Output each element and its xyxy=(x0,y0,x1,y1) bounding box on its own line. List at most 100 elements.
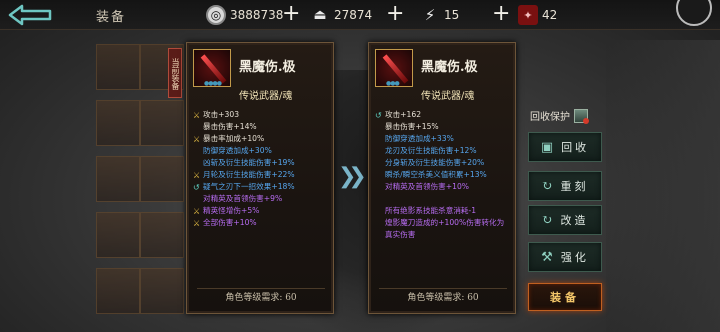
card-header: ●●●● 黑魔伤.极 传说武器/魂 xyxy=(193,49,329,103)
stat-text: 真实伤害 xyxy=(385,230,416,239)
stat-line: 龙刃及衍生技能伤害+12% xyxy=(373,145,517,157)
level-requirement: 角色等级需求: 60 xyxy=(225,293,297,303)
stat-line: 所有绝影系技能杀意消耗-1 xyxy=(373,205,517,217)
energy-resource: ⚡ 15 xyxy=(420,4,460,26)
stat-line: 暴击伤害+15% xyxy=(373,121,517,133)
modify-button[interactable]: ↻ 改造 xyxy=(528,205,602,235)
recycle-label: 回收 xyxy=(561,141,590,154)
stat-text: 暴击伤害+14% xyxy=(203,122,257,131)
inventory-slot[interactable] xyxy=(140,100,184,146)
stat-line: 对精英及首领伤害+10% xyxy=(373,181,517,193)
inventory-slot[interactable] xyxy=(96,100,140,146)
coin-value: 3888738 xyxy=(230,8,284,22)
hammer-icon: ⚒ xyxy=(541,249,553,265)
stat-line: 暴击伤害+14% xyxy=(191,121,335,133)
stat-line xyxy=(373,193,517,205)
stat-line: ↺ 疑气之刃下一招效果+18% xyxy=(191,181,335,193)
lock-icon xyxy=(574,108,589,124)
add-energy-button[interactable]: + xyxy=(492,2,510,26)
stat-text: 对精英及首领伤害+10% xyxy=(385,182,469,191)
divider xyxy=(379,288,507,289)
inventory-slot[interactable] xyxy=(96,156,140,202)
stat-text: 精英怪增伤+5% xyxy=(203,206,260,215)
stat-line: ⚔ 暴击率加成+10% xyxy=(191,133,335,145)
stat-line: ⚔ 全部伤害+10% xyxy=(191,217,335,229)
stat-text: 分身斩及衍生技能伤害+20% xyxy=(385,158,485,167)
top-bar: 装备 ◎ 3888738 + ⏏ 27874 + ⚡ 15 + ✦ 42 xyxy=(0,0,720,30)
equip-label: 装备 xyxy=(550,291,580,304)
recycle-protect-toggle[interactable]: 回收保护 xyxy=(530,108,589,124)
stat-line: 防御穿透加成+30% xyxy=(191,145,335,157)
stat-list: ↺ 攻击+162 暴击伤害+15% 防御穿透加成+33% 龙刃及衍生技能伤害+12% 分身… xyxy=(373,109,517,241)
strengthen-button[interactable]: ⚒ 强化 xyxy=(528,242,602,272)
back-button[interactable] xyxy=(6,3,62,27)
background-right-panel xyxy=(606,40,720,332)
stat-line: 分身斩及衍生技能伤害+20% xyxy=(373,157,517,169)
stat-text: 凶斩及衍生技能伤害+19% xyxy=(203,158,295,167)
inventory-slot[interactable] xyxy=(140,212,184,258)
stat-text: 全部伤害+10% xyxy=(203,218,257,227)
inventory-slot[interactable] xyxy=(96,44,140,90)
strengthen-label: 强化 xyxy=(560,251,589,264)
add-ingot-button[interactable]: + xyxy=(386,2,404,26)
stat-text: 煌影魔刀造成的+100%伤害转化为 xyxy=(385,218,505,227)
page-title: 装备 xyxy=(96,10,127,25)
stat-line: ↺ 攻击+162 xyxy=(373,109,517,121)
stat-text: 暴击率加成+10% xyxy=(203,134,265,143)
card-header: ●●● 黑魔伤.极 传说武器/魂 xyxy=(375,49,511,103)
inventory-slot[interactable] xyxy=(140,156,184,202)
stat-line: 对精英及首领伤害+9% xyxy=(191,193,335,205)
level-requirement: 角色等级需求: 60 xyxy=(407,293,479,303)
stat-text: 攻击+303 xyxy=(203,110,240,119)
modify-label: 改造 xyxy=(560,214,589,227)
stat-text: 龙刃及衍生技能伤害+12% xyxy=(385,146,477,155)
compare-item-card: ●●● 黑魔伤.极 传说武器/魂 ↺ 攻击+162 暴击伤害+15% 防御穿透加成+3… xyxy=(368,42,516,314)
back-arrow-icon xyxy=(8,4,52,26)
energy-value: 15 xyxy=(444,8,460,22)
lightning-icon: ⚡ xyxy=(424,6,436,24)
stat-text: 攻击+162 xyxy=(385,110,422,119)
stat-text: 防御穿透加成+33% xyxy=(385,134,454,143)
current-equipped-tag: 当前装备 xyxy=(168,48,182,98)
stat-line: ⚔ 精英怪增伤+5% xyxy=(191,205,335,217)
stat-text: 对精英及首领伤害+9% xyxy=(203,194,283,203)
inventory-slot[interactable] xyxy=(96,212,140,258)
weapon-type: 传说武器/魂 xyxy=(421,91,475,102)
stat-text: 所有绝影系技能杀意消耗-1 xyxy=(385,206,477,215)
stat-text: 疑气之刃下一招效果+18% xyxy=(203,182,295,191)
add-coin-button[interactable]: + xyxy=(282,2,300,26)
divider xyxy=(197,288,325,289)
stat-text: 暴击伤害+15% xyxy=(385,122,439,131)
equipped-item-card: ●●●● 黑魔伤.极 传说武器/魂 ⚔ 攻击+303 暴击伤害+14% ⚔ 暴击率加成+… xyxy=(186,42,334,314)
weapon-name: 黑魔伤.极 xyxy=(421,60,478,75)
ingot-resource: ⏏ 27874 xyxy=(310,4,372,26)
recycle-protect-label: 回收保护 xyxy=(530,112,570,123)
stat-text: 防御穿透加成+30% xyxy=(203,146,272,155)
inventory-slot[interactable] xyxy=(140,268,184,314)
equip-button[interactable]: 装备 xyxy=(528,283,602,311)
stat-line: 真实伤害 xyxy=(373,229,517,241)
weapon-name: 黑魔伤.极 xyxy=(239,60,296,75)
coin-icon: ◎ xyxy=(206,5,226,25)
stat-text: 月轮及衍生技能伤害+22% xyxy=(203,170,295,179)
reforge-label: 重刻 xyxy=(560,180,589,193)
stat-line: 煌影魔刀造成的+100%伤害转化为 xyxy=(373,217,517,229)
seal-value: 42 xyxy=(542,8,558,22)
stat-line: 凶斩及衍生技能伤害+19% xyxy=(191,157,335,169)
recycle-button[interactable]: ▣ 回收 xyxy=(528,132,602,162)
settings-button[interactable] xyxy=(676,0,712,26)
stat-marker-icon: ⚔ xyxy=(193,219,201,228)
stat-line: 瞬杀/瞬空杀美义值积累+13% xyxy=(373,169,517,181)
reforge-button[interactable]: ↻ 重刻 xyxy=(528,171,602,201)
red-seal-icon: ✦ xyxy=(518,5,538,25)
coin-resource: ◎ 3888738 xyxy=(206,4,283,26)
stat-list: ⚔ 攻击+303 暴击伤害+14% ⚔ 暴击率加成+10% 防御穿透加成+30% 凶斩及衍生… xyxy=(191,109,335,229)
weapon-icon: ●●●● xyxy=(193,49,231,87)
refresh-icon: ↻ xyxy=(541,212,553,228)
refresh-icon: ↻ xyxy=(541,178,553,194)
ingot-icon: ⏏ xyxy=(313,7,327,23)
stat-line: 防御穿透加成+33% xyxy=(373,133,517,145)
inventory-slot[interactable] xyxy=(96,268,140,314)
cube-icon: ▣ xyxy=(540,139,554,155)
seal-resource: ✦ 42 xyxy=(518,4,557,26)
